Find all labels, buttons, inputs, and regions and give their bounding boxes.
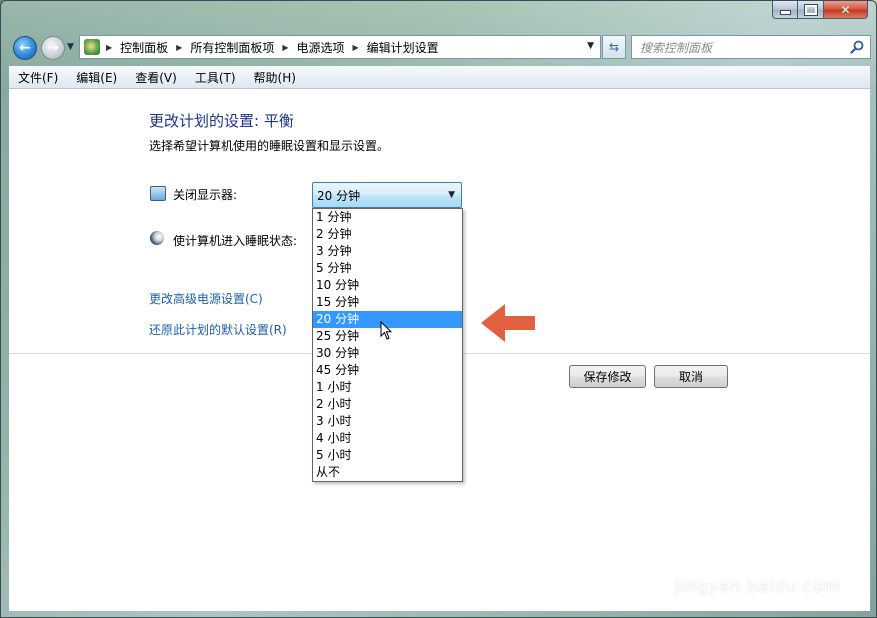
breadcrumb-all-items[interactable]: 所有控制面板项 <box>190 39 274 56</box>
chevron-right-icon[interactable]: ▶ <box>106 43 112 52</box>
dropdown-option[interactable]: 45 分钟 <box>313 362 462 379</box>
select-value: 20 分钟 <box>317 188 361 203</box>
turn-off-display-select[interactable]: 20 分钟 ▼ <box>312 182 462 208</box>
chevron-right-icon[interactable]: ▶ <box>353 43 359 52</box>
dropdown-option[interactable]: 30 分钟 <box>313 345 462 362</box>
dropdown-option[interactable]: 1 分钟 <box>313 209 462 226</box>
recent-pages-dropdown-icon[interactable]: ▼ <box>67 42 74 52</box>
chevron-right-icon[interactable]: ▶ <box>176 43 182 52</box>
dropdown-option[interactable]: 5 分钟 <box>313 260 462 277</box>
control-panel-icon <box>84 39 100 55</box>
breadcrumb-control-panel[interactable]: 控制面板 <box>120 39 168 56</box>
moon-sleep-icon <box>150 231 164 245</box>
refresh-icon: ⇆ <box>608 40 620 54</box>
watermark-url: jingyan.baidu.com <box>675 577 841 597</box>
breadcrumb-power-options[interactable]: 电源选项 <box>297 39 345 56</box>
maximize-button[interactable] <box>798 1 824 19</box>
chevron-down-icon[interactable]: ▼ <box>448 190 455 200</box>
save-changes-button[interactable]: 保存修改 <box>569 365 646 388</box>
dropdown-option[interactable]: 2 分钟 <box>313 226 462 243</box>
chevron-right-icon[interactable]: ▶ <box>282 43 288 52</box>
dropdown-option[interactable]: 4 小时 <box>313 430 462 447</box>
search-input[interactable]: 搜索控制面板 <box>640 39 712 56</box>
svg-text:Bai: Bai <box>673 528 734 568</box>
menu-file[interactable]: 文件(F) <box>9 69 67 86</box>
baidu-watermark-logo: Bai 经验 <box>673 525 825 568</box>
forward-arrow-icon: → <box>47 40 59 56</box>
close-button[interactable]: ✕ <box>824 1 868 19</box>
change-advanced-settings-link[interactable]: 更改高级电源设置(C) <box>149 290 263 307</box>
menu-edit[interactable]: 编辑(E) <box>67 69 126 86</box>
restore-defaults-link[interactable]: 还原此计划的默认设置(R) <box>149 321 287 338</box>
svg-text:经验: 经验 <box>773 535 825 566</box>
dropdown-option[interactable]: 10 分钟 <box>313 277 462 294</box>
dropdown-option[interactable]: 从不 <box>313 464 462 481</box>
breadcrumb-edit-plan[interactable]: 编辑计划设置 <box>367 39 439 56</box>
maximize-icon <box>804 4 817 15</box>
control-panel-window: ✕ ← → ▼ ▶ 控制面板 ▶ 所有控制面板项 ▶ 电源选项 ▶ 编辑计划设置… <box>0 0 877 618</box>
search-box[interactable]: 搜索控制面板 <box>631 35 871 59</box>
cancel-button[interactable]: 取消 <box>654 365 728 388</box>
minimize-button[interactable] <box>772 1 798 19</box>
navigation-bar: ← → ▼ ▶ 控制面板 ▶ 所有控制面板项 ▶ 电源选项 ▶ 编辑计划设置 ▼… <box>9 32 871 62</box>
menu-view[interactable]: 查看(V) <box>126 69 186 86</box>
menu-help[interactable]: 帮助(H) <box>245 69 305 86</box>
page-title: 更改计划的设置: 平衡 <box>149 112 294 130</box>
turn-off-display-label: 关闭显示器: <box>173 188 238 202</box>
dropdown-option[interactable]: 3 小时 <box>313 413 462 430</box>
dropdown-option[interactable]: 3 分钟 <box>313 243 462 260</box>
caption-buttons: ✕ <box>772 1 868 19</box>
page-subtitle: 选择希望计算机使用的睡眠设置和显示设置。 <box>149 139 390 153</box>
back-button[interactable]: ← <box>13 36 37 60</box>
dropdown-option[interactable]: 1 小时 <box>313 379 462 396</box>
dropdown-option[interactable]: 15 分钟 <box>313 294 462 311</box>
dropdown-option[interactable]: 5 小时 <box>313 447 462 464</box>
sleep-label: 使计算机进入睡眠状态: <box>173 234 298 248</box>
monitor-icon <box>150 186 166 201</box>
close-icon: ✕ <box>840 2 851 17</box>
minimize-icon <box>779 10 791 15</box>
back-arrow-icon: ← <box>19 40 31 56</box>
mouse-cursor-icon <box>380 321 392 340</box>
search-icon[interactable] <box>850 40 864 54</box>
display-timeout-dropdown-list: 1 分钟 2 分钟 3 分钟 5 分钟 10 分钟 15 分钟 20 分钟 25 分钟 30 分… <box>312 208 463 482</box>
address-bar[interactable]: ▶ 控制面板 ▶ 所有控制面板项 ▶ 电源选项 ▶ 编辑计划设置 ▼ <box>79 35 601 59</box>
annotation-arrow-icon <box>481 304 535 342</box>
menu-bar: 文件(F) 编辑(E) 查看(V) 工具(T) 帮助(H) <box>9 66 870 89</box>
dropdown-option[interactable]: 2 小时 <box>313 396 462 413</box>
address-dropdown-icon[interactable]: ▼ <box>587 41 594 51</box>
forward-button[interactable]: → <box>41 36 65 60</box>
menu-tools[interactable]: 工具(T) <box>186 69 245 86</box>
refresh-button[interactable]: ⇆ <box>602 35 626 59</box>
